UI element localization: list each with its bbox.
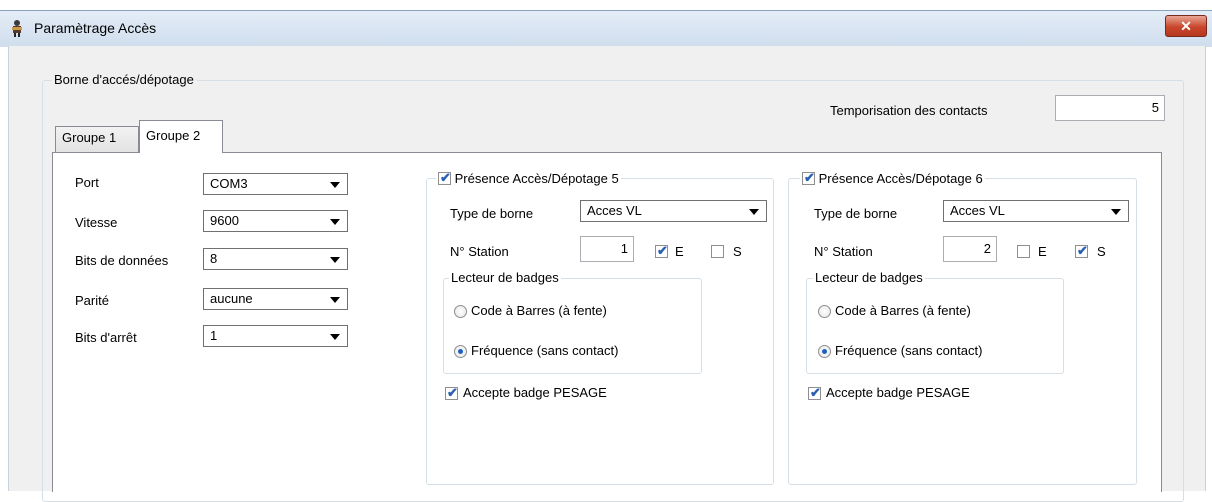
bits-arret-value: 1 [210, 328, 218, 343]
chevron-down-icon [330, 182, 340, 188]
title-bar: Paramètrage Accès ✕ [0, 10, 1212, 47]
window-title: Paramètrage Accès [34, 20, 157, 36]
bits-donnees-select[interactable]: 8 [203, 248, 348, 270]
check-icon: ✔ [810, 385, 821, 400]
acces-5-station-label: N° Station [450, 244, 509, 259]
acces-5-s-label: S [733, 244, 742, 259]
bits-arret-select[interactable]: 1 [203, 325, 348, 347]
radio-selected-dot [822, 349, 827, 354]
vitesse-label: Vitesse [75, 215, 118, 230]
check-icon: ✔ [1077, 243, 1088, 258]
vitesse-value: 9600 [210, 213, 239, 228]
acces-6-presence-checkbox[interactable]: ✔ [802, 170, 815, 185]
acces-6-presence-label: Présence Accès/Dépotage 6 [818, 171, 983, 186]
acces-5-s-checkbox[interactable] [711, 245, 724, 258]
acces-6-legend: ✔ Présence Accès/Dépotage 6 [800, 170, 985, 186]
borne-group-legend: Borne d'accés/dépotage [51, 72, 197, 87]
parite-label: Parité [75, 293, 109, 308]
chevron-down-icon [330, 334, 340, 340]
acces-6-frequence-radio[interactable] [818, 345, 831, 358]
acces-5-station-input[interactable]: 1 [580, 236, 634, 262]
acces-6-type-select[interactable]: Acces VL [943, 200, 1129, 222]
acces-6-pesage-label: Accepte badge PESAGE [826, 385, 970, 400]
acces-6-lecteur-group [806, 278, 1064, 374]
port-select[interactable]: COM3 [203, 173, 348, 195]
acces-6-pesage-checkbox[interactable]: ✔ [808, 385, 821, 400]
close-icon: ✕ [1180, 18, 1192, 34]
acces-6-frequence-label: Fréquence (sans contact) [835, 343, 983, 358]
acces-5-code-barres-radio[interactable] [454, 305, 467, 318]
check-icon: ✔ [440, 170, 451, 185]
bits-arret-label: Bits d'arrêt [75, 330, 137, 345]
acces-6-s-label: S [1097, 244, 1106, 259]
acces-6-e-checkbox[interactable] [1017, 245, 1030, 258]
port-label: Port [75, 175, 99, 190]
acces-6-e-label: E [1038, 244, 1047, 259]
parite-select[interactable]: aucune [203, 288, 348, 310]
bits-donnees-value: 8 [210, 251, 218, 266]
acces-5-pesage-label: Accepte badge PESAGE [463, 385, 607, 400]
acces-5-presence-label: Présence Accès/Dépotage 5 [454, 171, 619, 186]
acces-5-lecteur-group [443, 278, 702, 374]
check-icon: ✔ [804, 170, 815, 185]
acces-5-frequence-label: Fréquence (sans contact) [471, 343, 619, 358]
acces-5-frequence-radio[interactable] [454, 345, 467, 358]
temporisation-label: Temporisation des contacts [830, 103, 988, 118]
close-button[interactable]: ✕ [1165, 15, 1207, 37]
parite-value: aucune [210, 291, 253, 306]
acces-6-code-barres-radio[interactable] [818, 305, 831, 318]
acces-5-e-checkbox[interactable]: ✔ [655, 243, 668, 258]
acces-6-s-checkbox[interactable]: ✔ [1075, 243, 1088, 258]
acces-6-lecteur-legend: Lecteur de badges [813, 270, 925, 285]
tab-groupe-2[interactable]: Groupe 2 [139, 120, 223, 153]
acces-6-station-input[interactable]: 2 [943, 236, 997, 262]
chevron-down-icon [330, 257, 340, 263]
port-value: COM3 [210, 176, 248, 191]
check-icon: ✔ [447, 385, 458, 400]
acces-5-lecteur-legend: Lecteur de badges [449, 270, 561, 285]
temporisation-input[interactable]: 5 [1055, 95, 1165, 121]
acces-5-e-label: E [675, 244, 684, 259]
tab-groupe-1[interactable]: Groupe 1 [55, 126, 139, 152]
acces-6-type-value: Acces VL [950, 203, 1005, 218]
radio-selected-dot [458, 349, 463, 354]
acces-5-type-value: Acces VL [587, 203, 642, 218]
acces-6-type-label: Type de borne [814, 206, 898, 221]
chevron-down-icon [1111, 209, 1121, 215]
chevron-down-icon [749, 209, 759, 215]
acces-5-presence-checkbox[interactable]: ✔ [438, 170, 451, 185]
app-icon [12, 20, 22, 37]
vitesse-select[interactable]: 9600 [203, 210, 348, 232]
acces-6-code-barres-label: Code à Barres (à fente) [835, 303, 971, 318]
chevron-down-icon [330, 219, 340, 225]
check-icon: ✔ [657, 243, 668, 258]
acces-5-code-barres-label: Code à Barres (à fente) [471, 303, 607, 318]
acces-6-station-label: N° Station [814, 244, 873, 259]
chevron-down-icon [330, 297, 340, 303]
acces-5-type-select[interactable]: Acces VL [580, 200, 767, 222]
bits-donnees-label: Bits de données [75, 253, 169, 268]
acces-5-type-label: Type de borne [450, 206, 534, 221]
acces-5-legend: ✔ Présence Accès/Dépotage 5 [436, 170, 621, 186]
acces-5-pesage-checkbox[interactable]: ✔ [445, 385, 458, 400]
